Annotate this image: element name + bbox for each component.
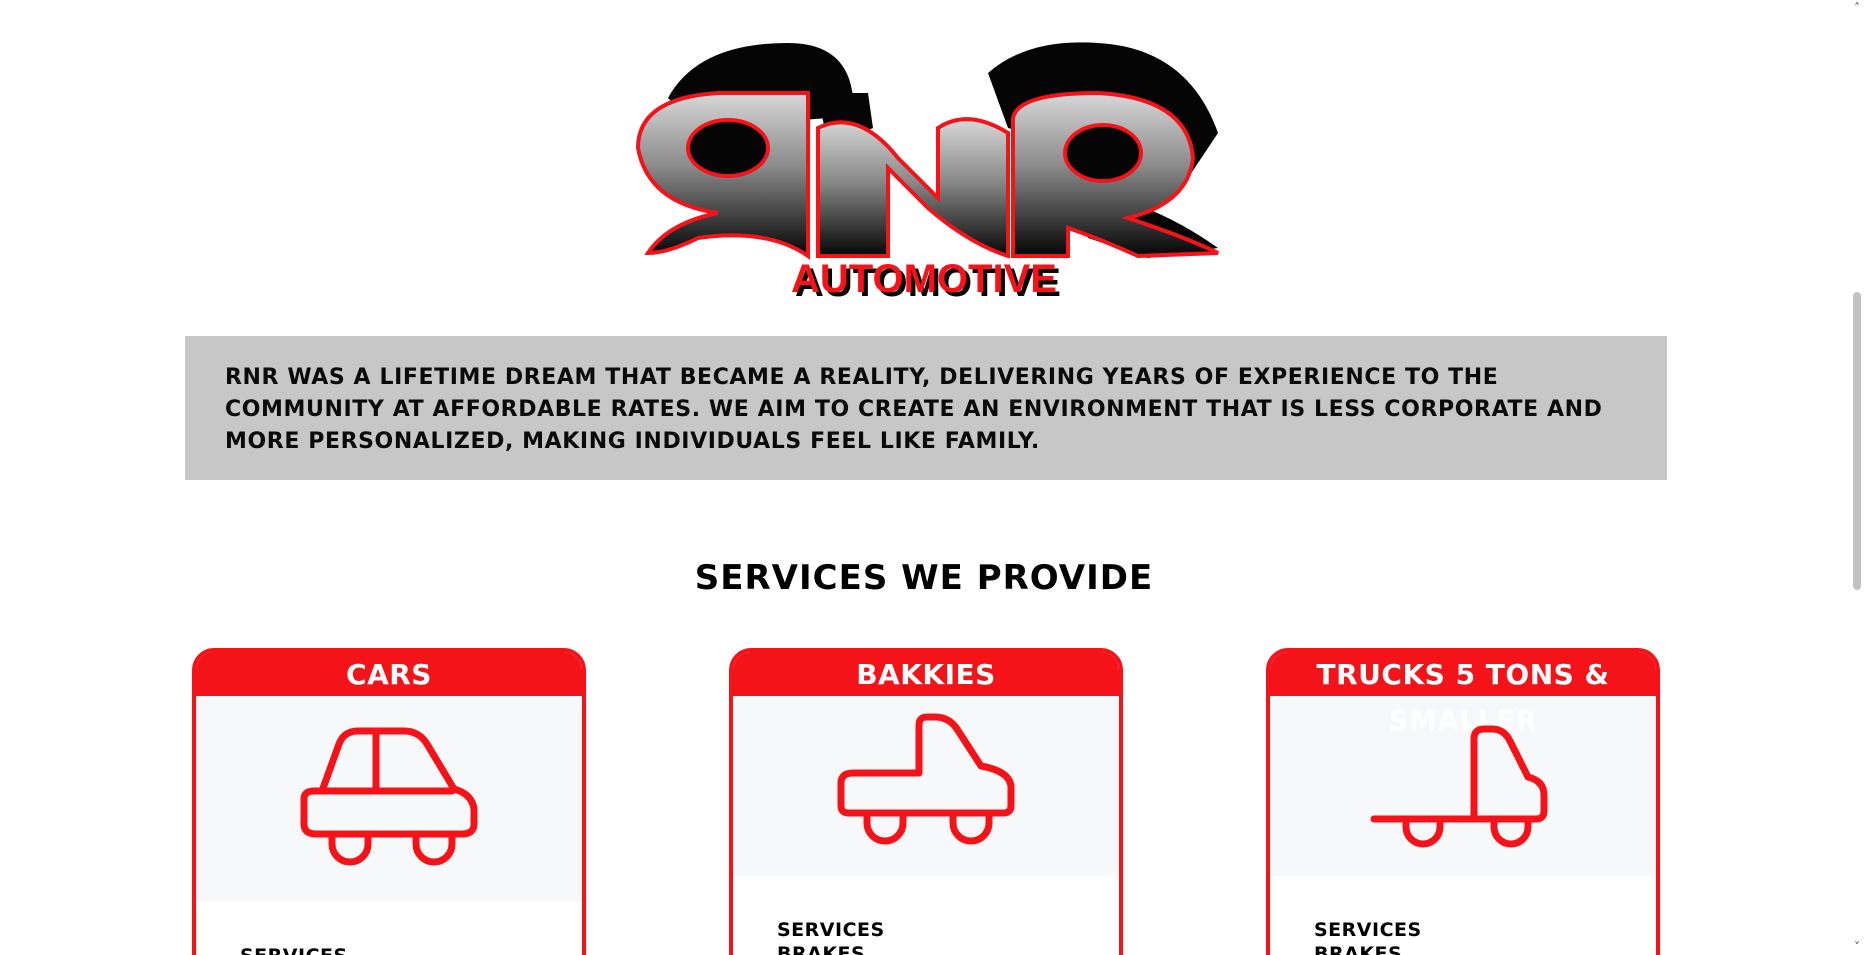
card-list: SERVICES BRAKES <box>733 876 1119 955</box>
service-card-trucks: TRUCKS 5 TONS & SMALLER SERVICES BRAKES <box>1266 648 1660 955</box>
scrollbar-thumb[interactable] <box>1853 292 1861 590</box>
list-item: SERVICES <box>1314 919 1422 941</box>
card-title: TRUCKS 5 TONS & SMALLER <box>1270 652 1656 737</box>
vertical-scrollbar[interactable]: ˄ ˅ <box>1848 0 1866 955</box>
list-item: BRAKES <box>1314 943 1403 955</box>
rnr-automotive-logo: AUTOMOTIVE AUTOMOTIVE <box>628 38 1228 313</box>
card-title: BAKKIES <box>733 652 1119 696</box>
car-icon <box>196 696 582 902</box>
bakkie-icon <box>733 696 1119 876</box>
card-list: SERVICES BRAKES <box>1270 876 1656 955</box>
page: AUTOMOTIVE AUTOMOTIVE RNR was a lifetime… <box>0 0 1848 955</box>
card-title: CARS <box>196 652 582 696</box>
service-card-bakkies: BAKKIES SERVICES BRAKES <box>729 648 1123 955</box>
services-title: SERVICES WE PROVIDE <box>694 558 1154 598</box>
truck-icon <box>1270 696 1656 876</box>
scroll-up-arrow-icon[interactable]: ˄ <box>1848 0 1866 16</box>
about-banner: RNR was a lifetime dream that became a r… <box>185 336 1667 480</box>
logo-subtext-red: AUTOMOTIVE <box>791 257 1057 301</box>
list-item: SERVICES <box>240 944 582 955</box>
scroll-down-arrow-icon[interactable]: ˅ <box>1848 939 1866 955</box>
service-card-cars: CARS SERVICES <box>192 648 586 955</box>
list-item: SERVICES <box>777 919 885 941</box>
about-text: RNR was a lifetime dream that became a r… <box>225 365 1603 454</box>
card-list: SERVICES <box>196 902 582 955</box>
list-item: BRAKES <box>777 943 866 955</box>
